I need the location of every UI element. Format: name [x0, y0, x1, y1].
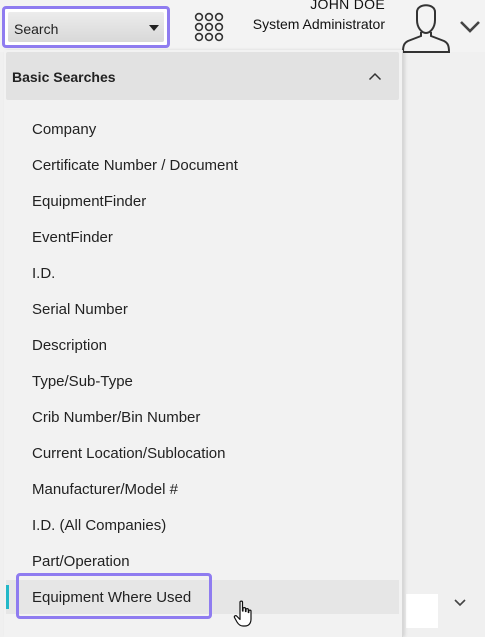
option-part-operation[interactable]: Part/Operation — [6, 544, 399, 578]
user-avatar-icon[interactable] — [400, 0, 452, 54]
search-type-select[interactable]: Search — [2, 6, 170, 48]
search-select-value: Search — [14, 21, 59, 37]
option-type-subtype[interactable]: Type/Sub-Type — [6, 364, 399, 398]
option-event-finder[interactable]: EventFinder — [6, 220, 399, 254]
option-serial-number[interactable]: Serial Number — [6, 292, 399, 326]
option-description[interactable]: Description — [6, 328, 399, 362]
background-panel — [402, 60, 485, 637]
search-select-box[interactable]: Search — [8, 12, 164, 42]
option-crib-bin-number[interactable]: Crib Number/Bin Number — [6, 400, 399, 434]
active-item-marker — [6, 585, 9, 609]
option-manufacturer-model[interactable]: Manufacturer/Model # — [6, 472, 399, 506]
option-id-all-companies[interactable]: I.D. (All Companies) — [6, 508, 399, 542]
option-equipment-finder[interactable]: EquipmentFinder — [6, 184, 399, 218]
chevron-up-icon[interactable] — [368, 72, 382, 81]
top-bar: Search JOHN DOE System Administrator — [0, 0, 485, 54]
option-current-location[interactable]: Current Location/Sublocation — [6, 436, 399, 470]
apps-grid-icon[interactable] — [194, 12, 228, 46]
caret-down-icon — [149, 25, 159, 31]
user-info: JOHN DOE System Administrator — [253, 0, 385, 32]
background-field — [406, 594, 438, 628]
chevron-down-icon[interactable] — [453, 598, 467, 608]
group-header-basic-searches[interactable]: Basic Searches — [6, 52, 399, 100]
option-certificate-number[interactable]: Certificate Number / Document — [6, 148, 399, 182]
user-name: JOHN DOE — [310, 0, 385, 12]
option-id[interactable]: I.D. — [6, 256, 399, 290]
option-equipment-where-used[interactable]: Equipment Where Used — [6, 580, 399, 614]
group-title: Basic Searches — [12, 69, 116, 85]
user-role: System Administrator — [252, 16, 385, 32]
option-company[interactable]: Company — [6, 112, 399, 146]
hand-cursor-icon — [233, 600, 252, 627]
chevron-down-icon[interactable] — [459, 20, 481, 34]
search-dropdown-menu: Basic Searches Company Certificate Numbe… — [4, 50, 403, 637]
